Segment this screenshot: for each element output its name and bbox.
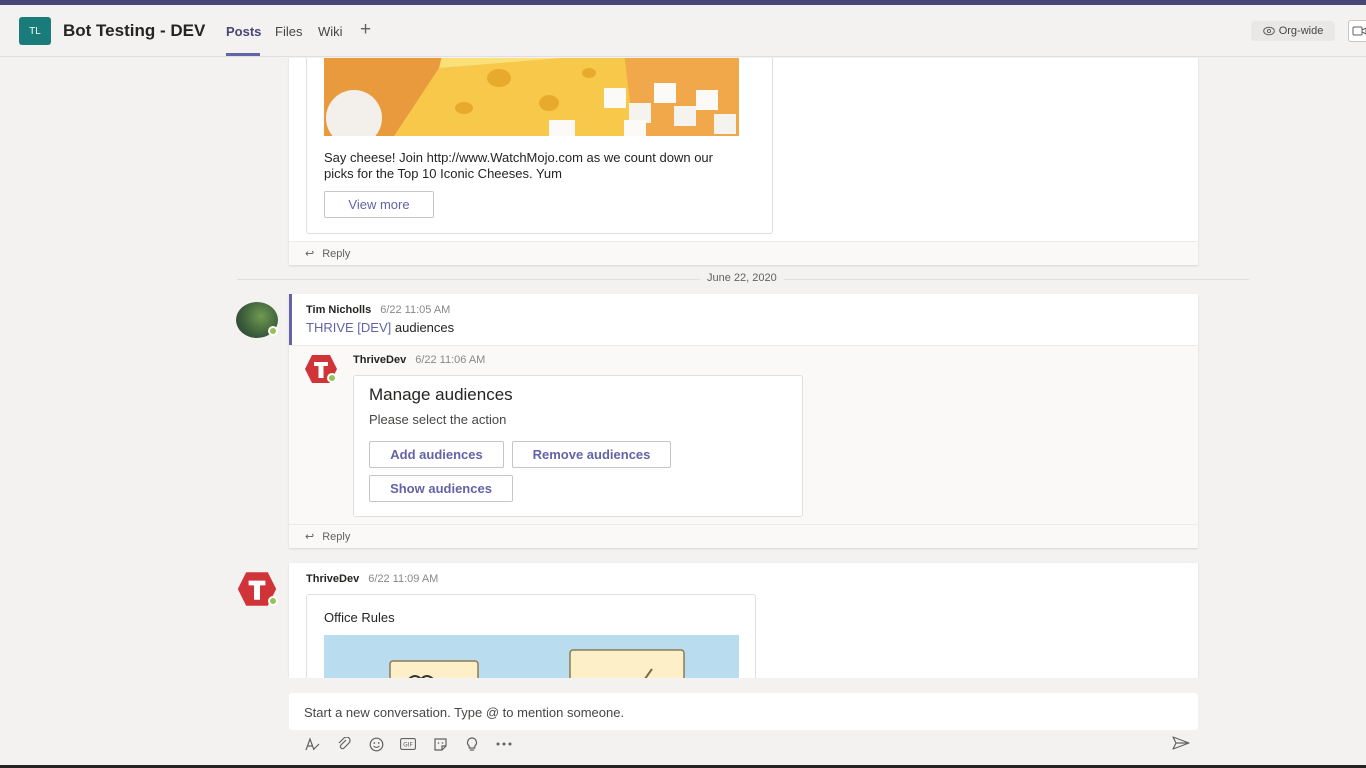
reply-icon: ↩ [305, 531, 315, 543]
tab-files[interactable]: Files [275, 24, 302, 39]
sticker-icon[interactable] [431, 736, 449, 752]
reply-bar[interactable]: ↩ Reply [289, 524, 1198, 548]
plus-icon[interactable]: + [360, 19, 371, 41]
active-tab-indicator [226, 53, 260, 56]
conversation-feed[interactable]: Say cheese! Join http://www.WatchMojo.co… [0, 58, 1366, 678]
author-name[interactable]: Tim Nicholls [306, 304, 371, 316]
bot-mention[interactable]: THRIVE [DEV] [306, 320, 391, 335]
eye-icon [1262, 26, 1275, 36]
channel-title: Bot Testing - DEV [63, 21, 206, 40]
post-cheese: Say cheese! Join http://www.WatchMojo.co… [289, 58, 1198, 265]
reply-label: Reply [322, 247, 351, 260]
gif-icon[interactable]: GIF [399, 736, 417, 752]
author-name[interactable]: ThriveDev [353, 354, 406, 366]
send-icon[interactable] [1172, 736, 1190, 754]
meet-now-button[interactable] [1348, 20, 1366, 42]
reply-thread: ThriveDev 6/22 11:06 AM Manage audiences… [289, 345, 1198, 524]
timestamp: 6/22 11:05 AM [380, 304, 451, 316]
timestamp: 6/22 11:06 AM [415, 354, 486, 366]
format-icon[interactable] [303, 736, 321, 752]
show-audiences-button[interactable]: Show audiences [369, 475, 513, 502]
card-title: Office Rules [324, 610, 395, 625]
post-office-rules: ThriveDev 6/22 11:09 AM Office Rules [289, 563, 1198, 678]
link-preview-text: Say cheese! Join http://www.WatchMojo.co… [324, 150, 713, 181]
tab-wiki[interactable]: Wiki [318, 24, 343, 39]
praise-lightbulb-icon[interactable] [463, 736, 481, 752]
org-wide-label: Org-wide [1278, 25, 1324, 37]
timestamp: 6/22 11:09 AM [368, 573, 439, 585]
presence-available-icon [327, 373, 337, 383]
presence-available-icon [268, 596, 278, 606]
remove-audiences-button[interactable]: Remove audiences [512, 441, 671, 468]
org-wide-badge[interactable]: Org-wide [1251, 21, 1335, 41]
date-divider-label: June 22, 2020 [700, 272, 784, 284]
link-preview-card: Say cheese! Join http://www.WatchMojo.co… [306, 58, 773, 234]
adaptive-card-manage-audiences: Manage audiences Please select the actio… [353, 375, 803, 517]
reply-icon: ↩ [305, 248, 315, 260]
emoji-icon[interactable] [367, 736, 385, 752]
channel-header: TL Bot Testing - DEV Posts Files Wiki + … [0, 5, 1366, 57]
author-name[interactable]: ThriveDev [306, 573, 359, 585]
adaptive-card-office-rules: Office Rules [306, 594, 756, 678]
card-subtitle: Please select the action [369, 412, 507, 427]
more-options-icon[interactable] [495, 736, 513, 752]
reply-label: Reply [322, 530, 351, 543]
post-manage-audiences: Tim Nicholls 6/22 11:05 AM THRIVE [DEV] … [289, 294, 1198, 548]
view-more-button[interactable]: View more [324, 191, 434, 218]
card-title: Manage audiences [369, 385, 513, 404]
cheese-image[interactable] [324, 58, 739, 136]
svg-text:GIF: GIF [403, 742, 413, 749]
office-rules-image[interactable] [324, 635, 739, 678]
compose-toolbar: GIF [303, 736, 513, 752]
video-camera-icon [1352, 26, 1366, 36]
team-avatar[interactable]: TL [19, 17, 51, 45]
reply-bar[interactable]: ↩ Reply [289, 241, 1198, 265]
message-text: audiences [394, 320, 455, 335]
compose-placeholder[interactable]: Start a new conversation. Type @ to ment… [304, 705, 624, 720]
tab-posts[interactable]: Posts [226, 24, 261, 39]
compose-box[interactable]: Start a new conversation. Type @ to ment… [289, 693, 1198, 730]
presence-available-icon [268, 326, 278, 336]
attach-icon[interactable] [335, 736, 353, 752]
add-audiences-button[interactable]: Add audiences [369, 441, 504, 468]
